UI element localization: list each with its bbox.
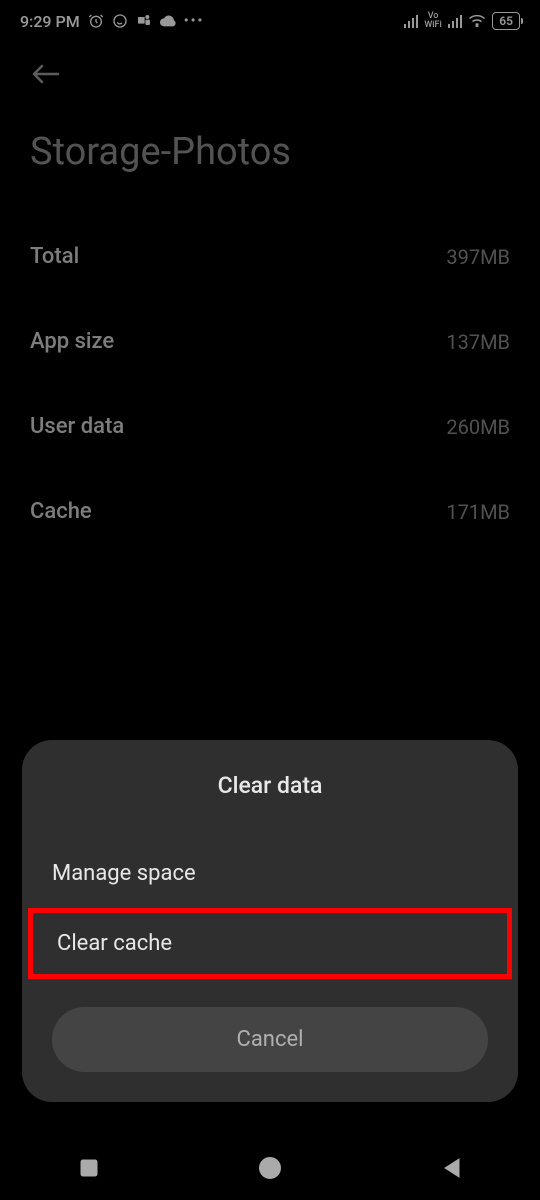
storage-value: 260MB bbox=[446, 415, 510, 439]
signal-icon-2 bbox=[448, 14, 463, 28]
storage-label: Total bbox=[30, 244, 79, 269]
nav-recents-button[interactable] bbox=[79, 1158, 99, 1182]
status-time: 9:29 PM bbox=[20, 12, 80, 31]
storage-row-cache: Cache 171MB bbox=[30, 479, 510, 544]
cancel-button[interactable]: Cancel bbox=[52, 1007, 488, 1072]
manage-space-option[interactable]: Manage space bbox=[22, 839, 518, 908]
clear-data-dialog: Clear data Manage space Clear cache Canc… bbox=[22, 740, 518, 1102]
alarm-icon bbox=[88, 13, 104, 29]
storage-list: Total 397MB App size 137MB User data 260… bbox=[0, 224, 540, 544]
storage-label: Cache bbox=[30, 499, 92, 524]
nav-home-button[interactable] bbox=[258, 1156, 282, 1184]
storage-value: 171MB bbox=[446, 500, 510, 524]
nav-back-button[interactable] bbox=[441, 1157, 461, 1183]
wifi-icon bbox=[468, 12, 486, 31]
signal-icon-1 bbox=[404, 14, 419, 28]
dialog-title: Clear data bbox=[22, 772, 518, 799]
battery-icon: 65 bbox=[492, 12, 520, 30]
clear-cache-option[interactable]: Clear cache bbox=[33, 913, 507, 974]
status-bar: 9:29 PM ••• Vo WiFi 65 bbox=[0, 0, 540, 42]
storage-row-userdata: User data 260MB bbox=[30, 394, 510, 459]
whatsapp-icon bbox=[112, 13, 128, 29]
storage-label: App size bbox=[30, 329, 114, 354]
highlight-annotation: Clear cache bbox=[28, 908, 512, 979]
cloud-icon bbox=[160, 15, 176, 27]
storage-value: 137MB bbox=[446, 330, 510, 354]
storage-value: 397MB bbox=[446, 245, 510, 269]
more-icon: ••• bbox=[184, 13, 205, 29]
vowifi-icon: Vo WiFi bbox=[424, 12, 441, 30]
nav-bar bbox=[0, 1140, 540, 1200]
storage-row-appsize: App size 137MB bbox=[30, 309, 510, 374]
storage-row-total: Total 397MB bbox=[30, 224, 510, 289]
storage-label: User data bbox=[30, 414, 124, 439]
page-title: Storage-Photos bbox=[0, 100, 540, 224]
back-button[interactable] bbox=[0, 42, 540, 100]
teams-icon bbox=[136, 13, 152, 29]
